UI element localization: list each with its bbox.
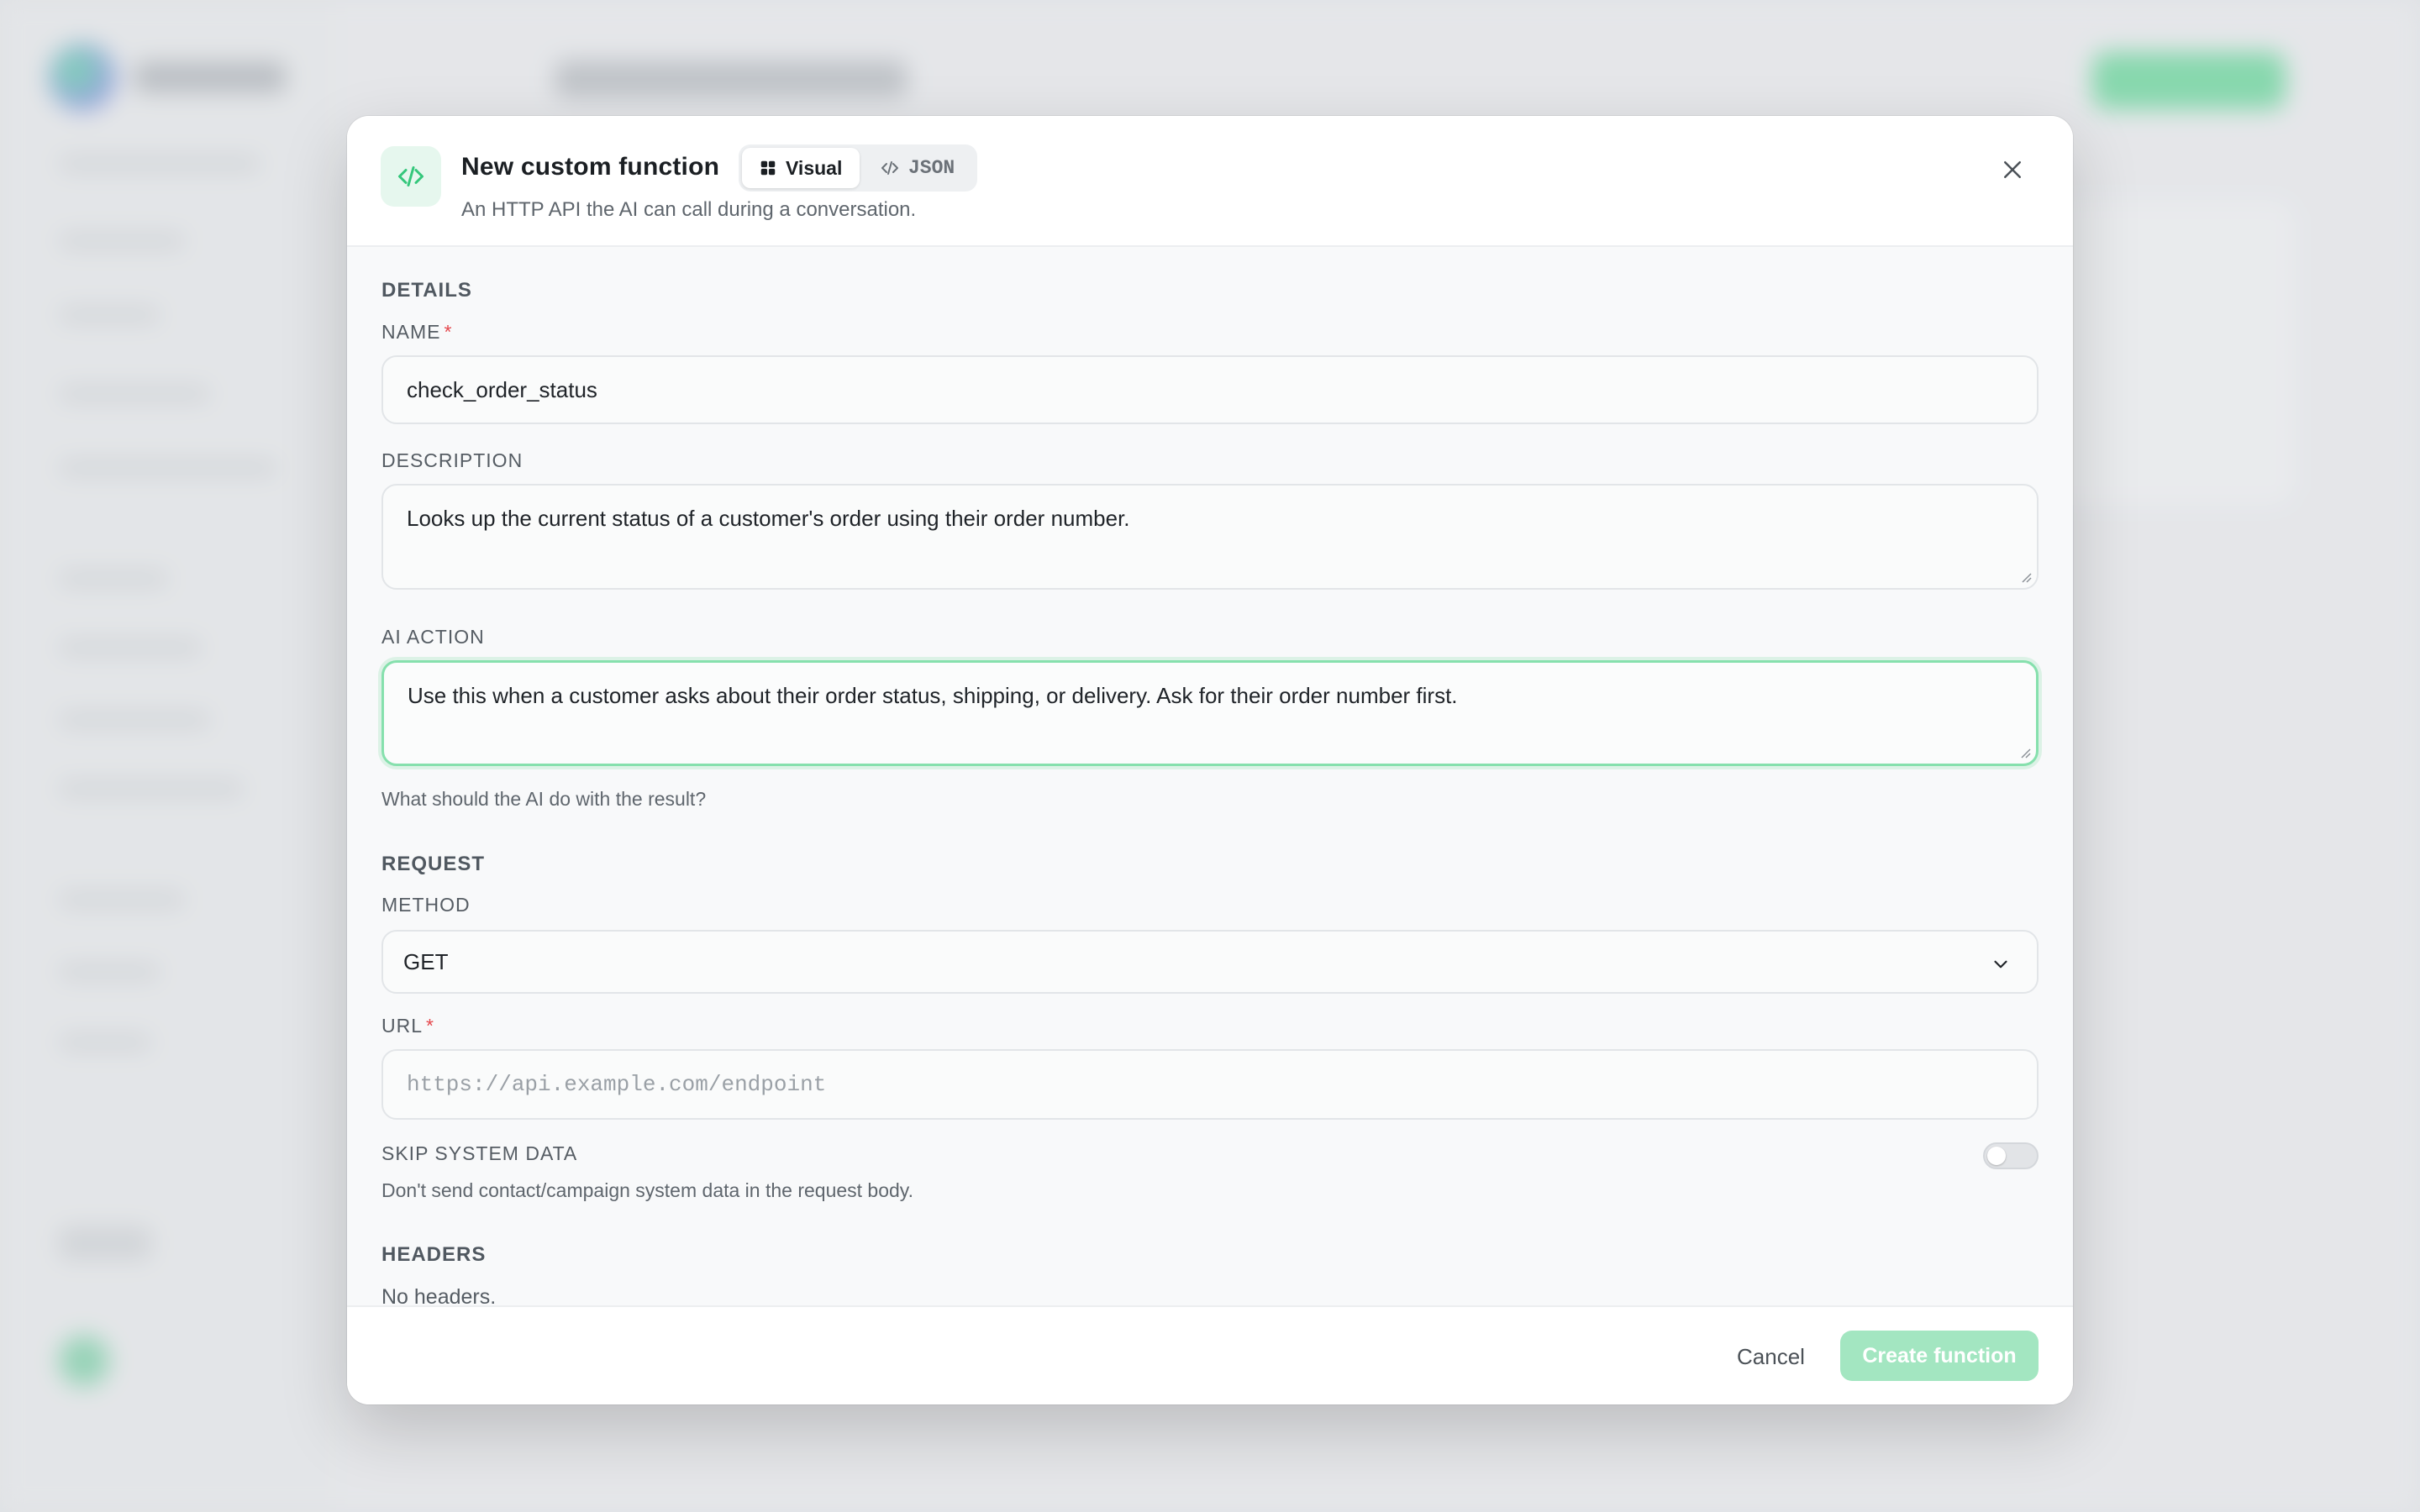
description-textarea-value: Looks up the current status of a custome… — [407, 506, 1130, 531]
ai-action-helper: What should the AI do with the result? — [381, 788, 707, 810]
method-select[interactable]: GET — [381, 930, 2039, 994]
details-section-title: DETAILS — [381, 279, 472, 302]
skip-system-data-label: SKIP SYSTEM DATA — [381, 1142, 578, 1164]
url-label: URL * — [381, 1015, 434, 1037]
url-input[interactable]: https://api.example.com/endpoint — [381, 1049, 2039, 1120]
chevron-down-icon — [1994, 960, 2007, 969]
name-input-value: check_order_status — [407, 376, 597, 402]
name-input[interactable]: check_order_status — [381, 355, 2039, 424]
toggle-knob — [1987, 1147, 2006, 1165]
description-label: DESCRIPTION — [381, 449, 523, 471]
cancel-button[interactable]: Cancel — [1725, 1339, 1817, 1375]
skip-system-data-toggle[interactable] — [1983, 1142, 2039, 1169]
name-label-text: NAME — [381, 321, 441, 343]
skip-system-data-helper: Don't send contact/campaign system data … — [381, 1179, 913, 1201]
method-select-value: GET — [403, 948, 449, 974]
url-label-text: URL — [381, 1015, 424, 1037]
form-content: DETAILS NAME * check_order_status DESCRIP… — [381, 116, 2039, 1309]
ai-action-textarea[interactable]: Use this when a customer asks about thei… — [381, 660, 2039, 766]
description-textarea[interactable]: Looks up the current status of a custome… — [381, 484, 2039, 590]
create-function-button[interactable]: Create function — [1840, 1331, 2039, 1381]
ai-action-textarea-value: Use this when a customer asks about thei… — [408, 683, 1458, 708]
resize-handle-icon[interactable] — [2018, 570, 2032, 583]
request-section-title: REQUEST — [381, 853, 486, 875]
resize-handle-icon[interactable] — [2018, 745, 2031, 759]
required-mark: * — [426, 1015, 434, 1037]
url-input-placeholder: https://api.example.com/endpoint — [407, 1072, 827, 1097]
custom-function-modal: New custom function Visual JSON An HTTP … — [347, 116, 2073, 1404]
name-label: NAME * — [381, 321, 452, 344]
required-mark: * — [444, 321, 453, 343]
headers-section-title: HEADERS — [381, 1243, 487, 1266]
method-label: METHOD — [381, 894, 471, 916]
modal-footer: Cancel Create function — [347, 1305, 2073, 1404]
ai-action-label: AI ACTION — [381, 626, 485, 648]
